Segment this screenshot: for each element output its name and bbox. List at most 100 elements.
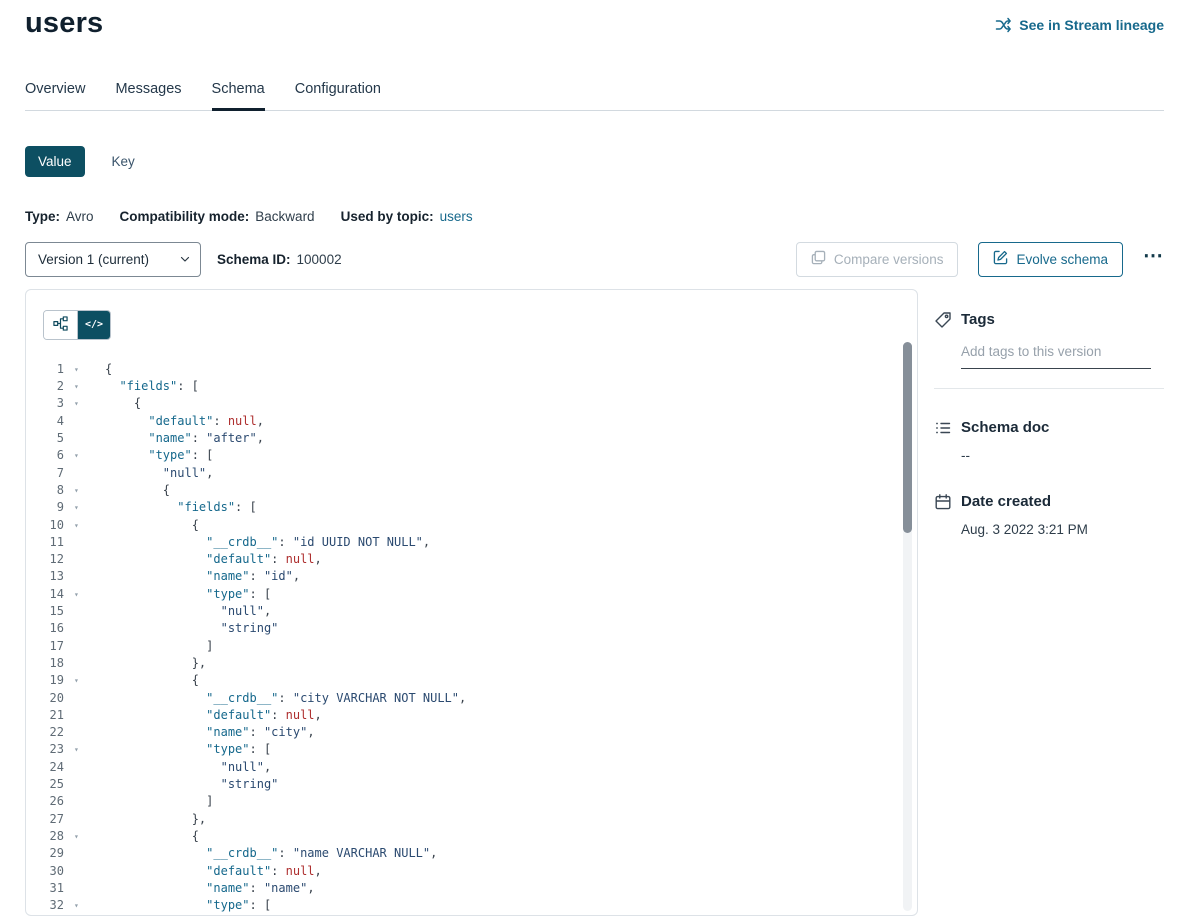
- line-number: 22: [26, 724, 64, 741]
- fold-toggle-icon[interactable]: ▾: [64, 517, 105, 534]
- fold-toggle-icon[interactable]: ▾: [64, 741, 105, 758]
- code-line: 17]: [26, 638, 917, 655]
- version-sidebar: Tags Schema doc --: [934, 289, 1164, 916]
- date-created-value: Aug. 3 2022 3:21 PM: [961, 522, 1164, 537]
- evolve-schema-button[interactable]: Evolve schema: [978, 242, 1123, 277]
- line-number: 10: [26, 517, 64, 534]
- code-text: "fields": [: [105, 499, 257, 516]
- scrollbar-track[interactable]: [903, 342, 912, 911]
- code-view-icon: </>: [85, 319, 103, 330]
- fold-spacer: [64, 880, 105, 897]
- line-number: 7: [26, 465, 64, 482]
- code-text: "type": [: [105, 586, 271, 603]
- line-number: 20: [26, 690, 64, 707]
- page-title: users: [25, 8, 103, 40]
- code-view-button[interactable]: </>: [77, 311, 110, 339]
- code-text: "default": null,: [105, 863, 322, 880]
- line-number: 30: [26, 863, 64, 880]
- date-created-title: Date created: [961, 493, 1051, 510]
- schema-code-panel: </> 1▾{2▾"fields": [3▾{4"default": null,…: [25, 289, 918, 916]
- code-text: {: [105, 672, 199, 689]
- line-number: 8: [26, 482, 64, 499]
- edit-icon: [993, 250, 1008, 268]
- fold-toggle-icon[interactable]: ▾: [64, 499, 105, 516]
- tags-input[interactable]: [961, 344, 1151, 369]
- line-number: 24: [26, 759, 64, 776]
- code-line: 8▾{: [26, 482, 917, 499]
- fold-toggle-icon[interactable]: ▾: [64, 828, 105, 845]
- page-header: users See in Stream lineage: [25, 8, 1164, 40]
- line-number: 16: [26, 620, 64, 637]
- tree-view-button[interactable]: [44, 311, 77, 339]
- line-number: 14: [26, 586, 64, 603]
- tab-configuration[interactable]: Configuration: [295, 81, 381, 110]
- line-number: 15: [26, 603, 64, 620]
- code-lines: 1▾{2▾"fields": [3▾{4"default": null,5"na…: [26, 361, 917, 915]
- code-text: "type": [: [105, 897, 271, 914]
- code-text: "type": [: [105, 741, 271, 758]
- line-number: 31: [26, 880, 64, 897]
- topic-link[interactable]: users: [440, 209, 473, 224]
- schema-doc-value: --: [961, 448, 1164, 463]
- code-line: 23▾"type": [: [26, 741, 917, 758]
- code-line: 19▾{: [26, 672, 917, 689]
- code-line: 24"null",: [26, 759, 917, 776]
- code-text: },: [105, 655, 206, 672]
- code-text: "default": null,: [105, 413, 264, 430]
- fold-toggle-icon[interactable]: ▾: [64, 482, 105, 499]
- fold-toggle-icon[interactable]: ▾: [64, 378, 105, 395]
- code-text: "null",: [105, 465, 213, 482]
- stream-lineage-link[interactable]: See in Stream lineage: [995, 17, 1164, 33]
- line-number: 21: [26, 707, 64, 724]
- meta-item: Used by topic:users: [341, 209, 473, 224]
- tab-messages[interactable]: Messages: [115, 81, 181, 110]
- fold-toggle-icon[interactable]: ▾: [64, 897, 105, 914]
- code-line: 2▾"fields": [: [26, 378, 917, 395]
- line-number: 26: [26, 793, 64, 810]
- schema-doc-title: Schema doc: [961, 419, 1049, 436]
- code-line: 9▾"fields": [: [26, 499, 917, 516]
- code-line: 14▾"type": [: [26, 586, 917, 603]
- fold-toggle-icon[interactable]: ▾: [64, 395, 105, 412]
- line-number: 5: [26, 430, 64, 447]
- meta-bar: Type:AvroCompatibility mode:BackwardUsed…: [25, 209, 1164, 224]
- stream-lineage-label: See in Stream lineage: [1019, 17, 1164, 33]
- more-actions-button[interactable]: ⋯: [1143, 244, 1164, 274]
- fold-toggle-icon[interactable]: ▾: [64, 447, 105, 464]
- code-text: },: [105, 811, 206, 828]
- code-line: 21"default": null,: [26, 707, 917, 724]
- code-line: 13 "name": "id",: [26, 568, 917, 585]
- value-toggle-button[interactable]: Value: [25, 146, 85, 177]
- code-text: "name": "id",: [105, 568, 300, 585]
- version-select[interactable]: Version 1 (current): [25, 242, 201, 277]
- fold-spacer: [64, 638, 105, 655]
- compare-versions-button[interactable]: Compare versions: [796, 242, 959, 277]
- code-line: 22 "name": "city",: [26, 724, 917, 741]
- fold-spacer: [64, 759, 105, 776]
- code-line: 5"name": "after",: [26, 430, 917, 447]
- line-number: 13: [26, 568, 64, 585]
- line-number: 18: [26, 655, 64, 672]
- line-number: 27: [26, 811, 64, 828]
- code-line: 26]: [26, 793, 917, 810]
- code-line: 29"__crdb__": "name VARCHAR NULL",: [26, 845, 917, 862]
- line-number: 11: [26, 534, 64, 551]
- tab-overview[interactable]: Overview: [25, 81, 85, 110]
- scrollbar-thumb[interactable]: [903, 342, 912, 533]
- fold-spacer: [64, 793, 105, 810]
- code-line: 6▾"type": [: [26, 447, 917, 464]
- fold-spacer: [64, 690, 105, 707]
- code-line: 31"name": "name",: [26, 880, 917, 897]
- fold-toggle-icon[interactable]: ▾: [64, 361, 105, 378]
- code-text: "name": "city",: [105, 724, 315, 741]
- key-toggle-button[interactable]: Key: [99, 146, 148, 177]
- code-text: {: [105, 482, 170, 499]
- code-text: "__crdb__": "id UUID NOT NULL",: [105, 534, 430, 551]
- code-text: "null",: [105, 603, 271, 620]
- tab-schema[interactable]: Schema: [212, 81, 265, 110]
- fold-toggle-icon[interactable]: ▾: [64, 672, 105, 689]
- date-created-section: Date created Aug. 3 2022 3:21 PM: [934, 493, 1164, 537]
- code-line: 28▾{: [26, 828, 917, 845]
- code-line: 30 "default": null,: [26, 863, 917, 880]
- fold-toggle-icon[interactable]: ▾: [64, 586, 105, 603]
